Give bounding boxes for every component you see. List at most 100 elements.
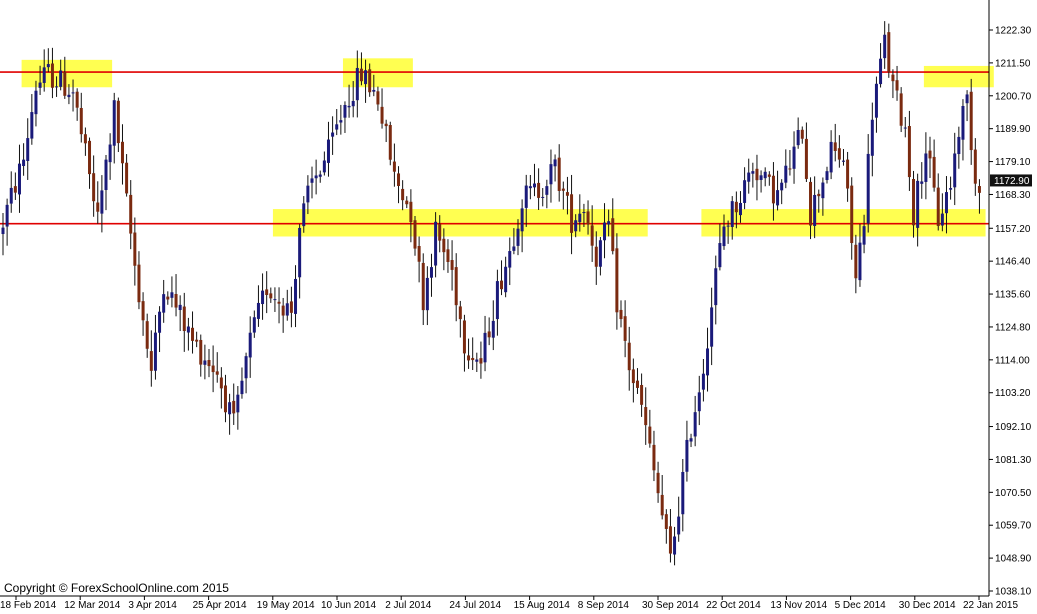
candle-body <box>652 444 656 471</box>
candle-body <box>298 227 302 278</box>
candle-body <box>644 407 648 426</box>
candle-body <box>565 192 569 196</box>
candle-body <box>158 311 162 333</box>
candle-body <box>129 194 133 234</box>
candle-body <box>458 306 462 320</box>
y-tick-label: 1114.00 <box>995 355 1030 366</box>
candle-body <box>240 380 244 395</box>
candle-body <box>949 188 953 190</box>
candle-body <box>635 380 639 388</box>
candle-body <box>829 141 833 173</box>
candle-body <box>660 494 664 516</box>
x-tick-label: 25 Apr 2014 <box>193 600 247 611</box>
candle-body <box>310 178 314 183</box>
candle-body <box>38 82 42 88</box>
candle-body <box>532 183 536 188</box>
candle-body <box>434 221 438 266</box>
candle-body <box>924 153 928 182</box>
candle-body <box>767 174 771 177</box>
candle-body <box>96 202 100 212</box>
candle-body <box>664 514 668 529</box>
candle-body <box>821 182 825 199</box>
candle-body <box>854 244 858 279</box>
candle-body <box>191 327 195 341</box>
candle-body <box>83 134 87 144</box>
candle-body <box>619 309 623 320</box>
candle-body <box>928 150 932 159</box>
candle-body <box>55 86 59 88</box>
candle-body <box>841 160 845 162</box>
x-tick-label: 30 Sep 2014 <box>642 600 699 611</box>
candle-body <box>615 248 619 313</box>
candle-body <box>273 299 277 301</box>
candle-body <box>722 226 726 247</box>
highlight-zone-5 <box>923 65 994 88</box>
y-tick-label: 1038.10 <box>995 587 1032 598</box>
candle-body <box>693 412 697 437</box>
candle-body <box>471 357 475 361</box>
candle-body <box>153 332 157 371</box>
y-tick-label: 1070.50 <box>995 488 1032 499</box>
x-tick-label: 2 Jul 2014 <box>385 600 432 611</box>
candle-body <box>421 262 425 311</box>
candle-body <box>648 426 652 444</box>
candle-body <box>289 301 293 313</box>
candle-body <box>22 159 26 167</box>
candle-body <box>640 384 644 405</box>
x-tick-label: 12 Mar 2014 <box>64 600 121 611</box>
x-tick-label: 18 Feb 2014 <box>0 600 57 611</box>
candle-body <box>265 289 269 295</box>
chart-background <box>0 0 1037 614</box>
candle-body <box>50 63 54 88</box>
x-tick-label: 5 Dec 2014 <box>835 600 887 611</box>
candle-body <box>623 316 627 341</box>
candle-body <box>306 185 310 203</box>
candle-body <box>977 186 981 193</box>
y-tick-label: 1059.70 <box>995 521 1032 532</box>
candle-body <box>545 186 549 195</box>
candle-body <box>969 91 973 151</box>
candle-body <box>17 163 21 195</box>
candle-body <box>953 153 957 188</box>
candle-body <box>42 67 46 83</box>
candle-body <box>549 164 553 185</box>
candle-body <box>269 293 273 299</box>
candle-body <box>67 94 71 98</box>
candle-body <box>743 180 747 203</box>
candle-body <box>133 232 137 266</box>
candle-body <box>528 186 532 189</box>
current-price-marker: 1172.90 <box>990 174 1032 187</box>
candle-body <box>277 301 281 304</box>
candle-body <box>524 185 528 208</box>
y-tick-label: 1092.10 <box>995 422 1032 433</box>
candle-body <box>397 173 401 186</box>
candle-body <box>236 394 240 413</box>
candle-body <box>417 246 421 262</box>
candle-body <box>685 439 689 472</box>
y-tick-label: 1168.30 <box>995 190 1031 201</box>
candle-body <box>372 89 376 92</box>
candle-body <box>376 91 380 105</box>
candle-body <box>380 106 384 124</box>
candle-body <box>244 356 248 379</box>
candle-body <box>100 190 104 214</box>
candle-body <box>912 178 916 226</box>
candle-body <box>215 371 219 375</box>
candle-body <box>302 203 306 227</box>
candle-body <box>862 226 866 245</box>
y-tick-label: 1048.90 <box>995 554 1032 565</box>
candle-body <box>137 264 141 303</box>
x-tick-label: 22 Oct 2014 <box>706 600 761 611</box>
x-tick-label: 24 Jul 2014 <box>449 600 501 611</box>
candle-body <box>388 125 392 160</box>
candle-body <box>322 160 326 173</box>
candle-body <box>611 218 615 252</box>
candle-body <box>401 188 405 201</box>
price-chart: 1222.30 1211.50 1200.70 1189.90 1179.10 1168.… <box>0 0 1037 614</box>
candle-body <box>347 105 351 108</box>
candle-body <box>940 213 944 226</box>
candle-body <box>701 373 705 390</box>
candle-body <box>355 67 359 101</box>
candle-body <box>30 112 34 139</box>
x-tick-label: 30 Dec 2014 <box>899 600 956 611</box>
